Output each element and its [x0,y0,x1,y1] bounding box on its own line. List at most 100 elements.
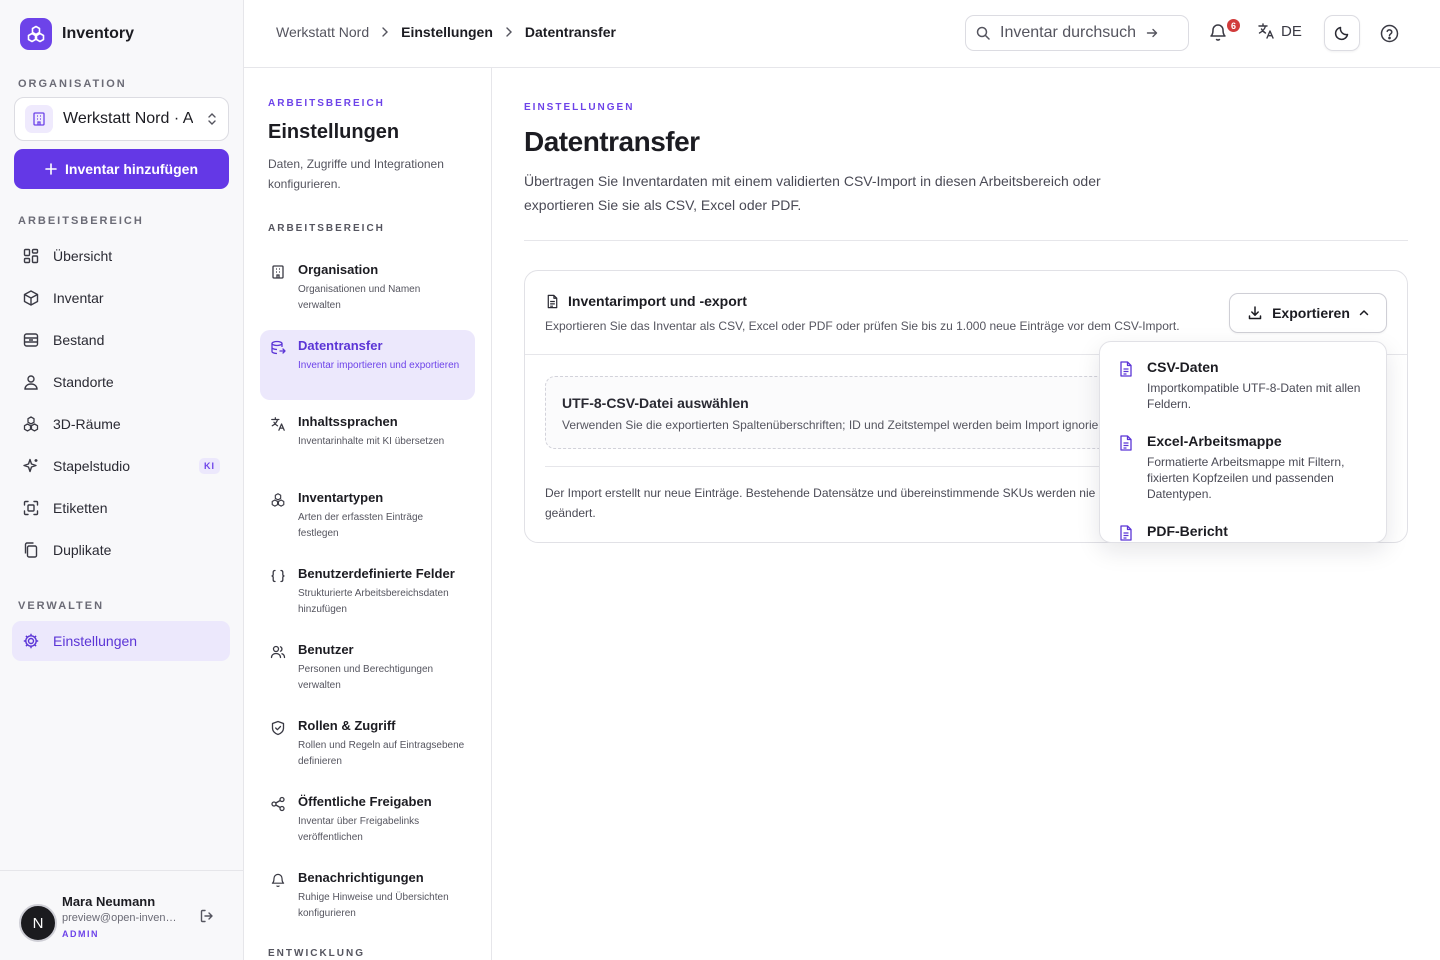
download-icon [1247,305,1263,321]
settings-eyebrow: ARBEITSBEREICH [268,98,385,109]
translate-icon [1257,22,1275,40]
settings-item-title: Organisation [298,262,379,277]
moon-icon [1334,25,1350,41]
settings-item-content-languages[interactable]: Inhaltssprachen Inventarinhalte mit KI ü… [260,406,475,476]
divider [545,466,1125,467]
building-icon [25,105,53,133]
file-excel-icon [1119,435,1133,451]
user-role-badge: ADMIN [62,929,99,939]
breadcrumb-item[interactable]: Werkstatt Nord [276,24,369,40]
settings-item-inventory-types[interactable]: Inventartypen Arten der erfassten Einträ… [260,482,475,552]
settings-item-desc: Personen und Berechtigungen verwalten [298,664,434,691]
add-inventory-button[interactable]: Inventar hinzufügen [14,149,229,189]
card-subtitle: Exportieren Sie das Inventar als CSV, Ex… [545,319,1180,333]
sidebar-item-label: Stapelstudio [53,458,131,474]
logout-icon[interactable] [199,908,215,924]
settings-item-desc: Inventarinhalte mit KI übersetzen [298,436,445,447]
settings-item-title: Benutzerdefinierte Felder [298,566,455,581]
sidebar-item-settings[interactable]: Einstellungen [12,621,230,661]
breadcrumb-current: Datentransfer [524,24,616,40]
avatar[interactable]: N [19,904,57,942]
sidebar-item-inventory[interactable]: Inventar [12,278,230,318]
cubes-icon [22,415,40,433]
sidebar-item-label: Einstellungen [53,633,138,649]
search-icon [976,26,990,40]
file-pdf-icon [1119,525,1133,541]
sidebar-item-label: 3D-Räume [53,416,121,432]
org-name: Werkstatt Nord · Admin [63,110,193,127]
manage-section-label: VERWALTEN [18,600,105,612]
theme-toggle-button[interactable] [1324,15,1360,51]
settings-item-desc: Inventar über Freigabelinks veröffentlic… [298,816,420,843]
copy-icon [22,541,40,559]
sidebar-item-label: Bestand [53,332,105,348]
export-option-title: Excel-Arbeitsmappe [1147,433,1282,449]
file-icon [545,294,560,309]
box-icon [22,289,40,307]
grid-icon [22,247,40,265]
sidebar-item-duplicates[interactable]: Duplikate [12,530,230,570]
org-section-label: ORGANISATION [18,78,127,90]
ai-badge: KI [199,458,220,474]
import-note: Der Import erstellt nur neue Einträge. B… [545,486,1096,520]
brand[interactable]: Inventory [20,18,134,50]
export-menu: CSV-Daten Importkompatible UTF-8-Daten m… [1099,341,1387,543]
plus-icon [45,163,57,175]
settings-item-notifications[interactable]: Benachrichtigungen Ruhige Hinweise und Ü… [260,862,475,932]
file-csv-icon [1119,361,1133,377]
breadcrumb-item[interactable]: Einstellungen [401,24,493,40]
arrow-right-icon[interactable] [1146,27,1158,39]
settings-section-label: ARBEITSBEREICH [268,223,385,234]
settings-item-title: Öffentliche Freigaben [298,794,432,809]
settings-item-desc: Organisationen und Namen verwalten [298,284,421,311]
development-section-label: ENTWICKLUNG [268,948,365,959]
sidebar-item-3d-rooms[interactable]: 3D-Räume [12,404,230,444]
settings-item-data-transfer[interactable]: Datentransfer Inventar importieren und e… [260,330,475,400]
export-button-label: Exportieren [1272,305,1350,321]
settings-item-title: Benutzer [298,642,354,657]
settings-description: Daten, Zugriffe und Integrationen konfig… [268,157,444,191]
settings-item-roles-access[interactable]: Rollen & Zugriff Rollen und Regeln auf E… [260,710,475,780]
settings-item-title: Benachrichtigungen [298,870,424,885]
card-title-text: Inventarimport und -export [568,293,747,309]
app-name: Inventory [62,25,135,42]
settings-item-desc: Rollen und Regeln auf Eintragsebene defi… [298,740,465,767]
settings-item-public-shares[interactable]: Öffentliche Freigaben Inventar über Frei… [260,786,475,856]
org-select[interactable]: Werkstatt Nord · Admin [14,97,229,141]
notification-count-badge: 6 [1225,17,1242,34]
sidebar-item-overview[interactable]: Übersicht [12,236,230,276]
page-eyebrow: EINSTELLUNGEN [524,102,635,113]
page-title: Datentransfer [524,126,700,157]
settings-item-custom-fields[interactable]: Benutzerdefinierte Felder Strukturierte … [260,558,475,628]
export-option-desc: Formatierte Arbeitsmappe mit Filtern, fi… [1147,455,1345,501]
notifications-button[interactable]: 6 [1209,17,1242,42]
archive-icon [22,331,40,349]
language-switcher[interactable]: DE [1257,22,1302,40]
sidebar-item-stock[interactable]: Bestand [12,320,230,360]
settings-item-desc: Arten der erfassten Einträge festlegen [298,512,424,539]
sidebar-item-batch-studio[interactable]: Stapelstudio KI [12,446,230,486]
users-icon [270,644,286,660]
translate-icon [270,416,286,432]
search-input[interactable] [1000,24,1136,42]
export-option-csv[interactable]: CSV-Daten Importkompatible UTF-8-Daten m… [1100,359,1386,412]
settings-item-title: Datentransfer [298,338,383,353]
export-option-pdf[interactable]: PDF-Bericht [1100,523,1386,542]
settings-nav: ARBEITSBEREICH Einstellungen Daten, Zugr… [244,68,492,960]
csv-file-dropzone[interactable]: UTF-8-CSV-Datei auswählen Verwenden Sie … [545,376,1125,449]
settings-title: Einstellungen [268,121,400,143]
export-button[interactable]: Exportieren [1229,293,1387,333]
settings-item-organisation[interactable]: Organisation Organisationen und Namen ve… [260,254,475,324]
chevron-right-icon [381,27,389,37]
sidebar-item-labels[interactable]: Etiketten [12,488,230,528]
settings-item-users[interactable]: Benutzer Personen und Berechtigungen ver… [260,634,475,704]
sidebar-item-locations[interactable]: Standorte [12,362,230,402]
chevron-up-icon [1359,309,1369,317]
export-option-excel[interactable]: Excel-Arbeitsmappe Formatierte Arbeitsma… [1100,433,1386,502]
settings-item-title: Inhaltssprachen [298,414,398,429]
workspace-nav: Übersicht Inventar Bestand Standorte 3D-… [12,236,230,572]
page-description: Übertragen Sie Inventardaten mit einem v… [524,173,1101,213]
settings-item-desc: Strukturierte Arbeitsbereichsdaten hinzu… [298,588,449,615]
help-icon[interactable] [1380,24,1399,43]
user-panel: N Mara Neumann preview@open-inventory.ap… [0,870,243,960]
